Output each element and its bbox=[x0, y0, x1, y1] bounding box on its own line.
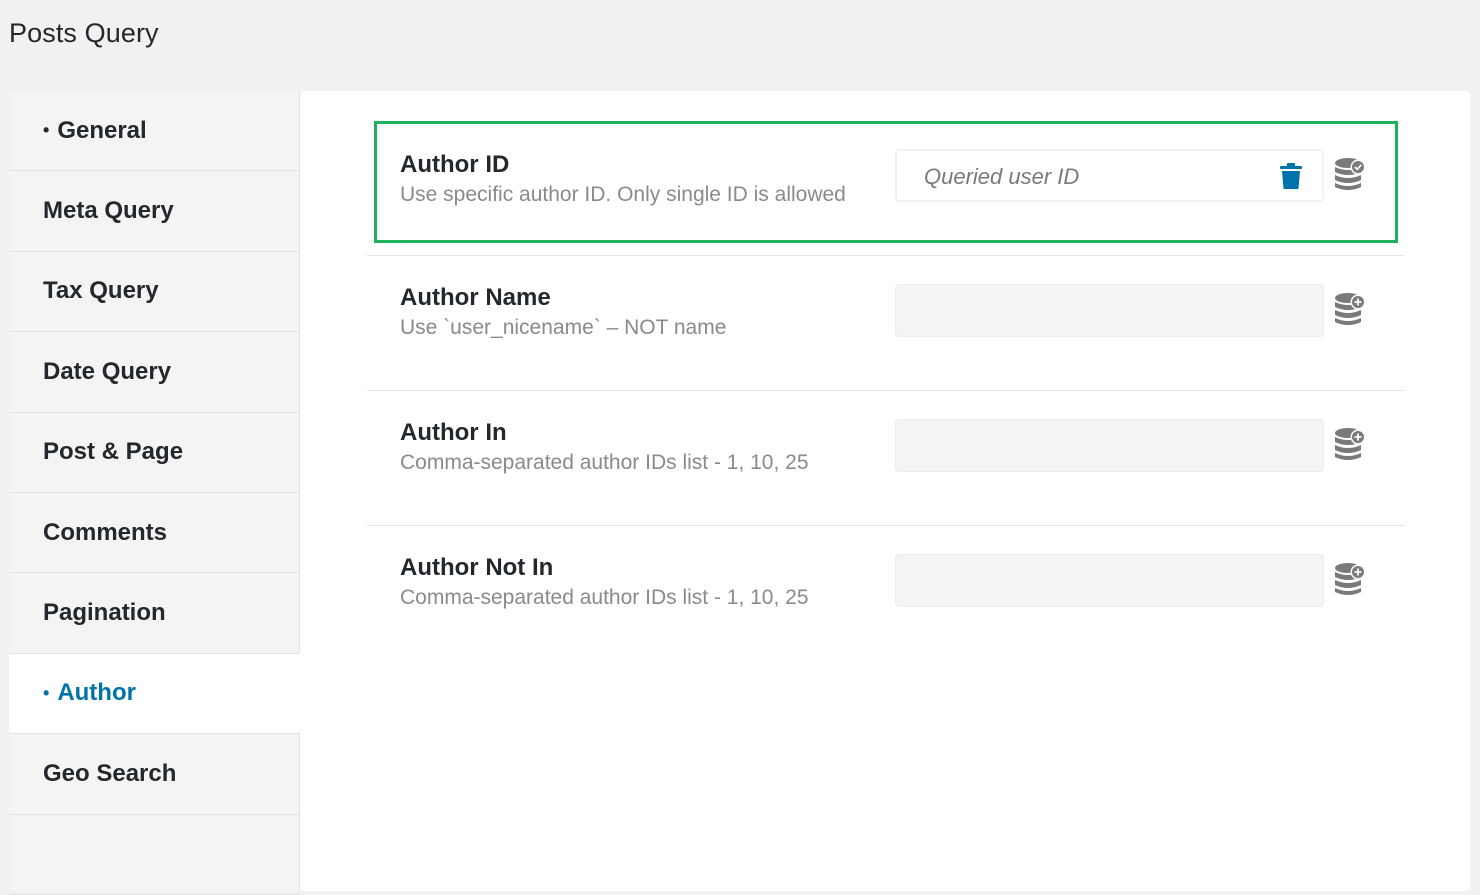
tab-label: General bbox=[57, 116, 147, 144]
tab-comments[interactable]: Comments bbox=[9, 493, 299, 574]
database-check-icon[interactable] bbox=[1334, 157, 1366, 193]
tab-date-query[interactable]: Date Query bbox=[9, 332, 299, 413]
field-label: Author Name bbox=[400, 284, 551, 311]
author-not-in-input[interactable] bbox=[895, 554, 1324, 607]
sidebar-filler bbox=[9, 815, 299, 895]
tab-label: Tax Query bbox=[43, 277, 159, 305]
tab-bullet: • bbox=[43, 120, 50, 141]
tab-label: Date Query bbox=[43, 357, 172, 385]
author-name-input[interactable] bbox=[895, 284, 1324, 337]
tab-label: Comments bbox=[43, 518, 168, 546]
tab-label: Pagination bbox=[43, 599, 166, 627]
trash-icon[interactable] bbox=[1280, 163, 1302, 190]
tab-general[interactable]: • General bbox=[9, 91, 299, 172]
author-in-input[interactable] bbox=[895, 419, 1324, 472]
tab-geo-search[interactable]: Geo Search bbox=[9, 734, 299, 815]
tab-pagination[interactable]: Pagination bbox=[9, 573, 299, 654]
database-plus-icon[interactable] bbox=[1334, 427, 1366, 463]
field-row-author-not-in: Author Not In Comma-separated author IDs… bbox=[367, 526, 1405, 661]
tab-tax-query[interactable]: Tax Query bbox=[9, 252, 299, 333]
field-description: Use `user_nicename` – NOT name bbox=[400, 316, 727, 339]
tab-label: Post & Page bbox=[43, 438, 184, 466]
field-description: Use specific author ID. Only single ID i… bbox=[400, 183, 846, 206]
input-value: Queried user ID bbox=[924, 164, 1080, 189]
author-id-input[interactable]: Queried user ID bbox=[895, 149, 1324, 202]
sidebar-tabs: • General Meta Query Tax Query Date Quer… bbox=[9, 91, 300, 895]
tab-label: Author bbox=[57, 679, 136, 707]
tab-post-page[interactable]: Post & Page bbox=[9, 413, 299, 493]
field-label: Author ID bbox=[400, 151, 510, 178]
field-label: Author In bbox=[400, 419, 507, 446]
tab-author[interactable]: • Author bbox=[9, 653, 300, 735]
tab-bullet: • bbox=[43, 682, 50, 703]
field-row-author-name: Author Name Use `user_nicename` – NOT na… bbox=[367, 256, 1405, 391]
field-label: Author Not In bbox=[400, 554, 554, 581]
tab-meta-query[interactable]: Meta Query bbox=[9, 171, 299, 252]
author-fields: Author ID Use specific author ID. Only s… bbox=[367, 121, 1405, 661]
tab-label: Meta Query bbox=[43, 197, 174, 225]
field-row-author-id: Author ID Use specific author ID. Only s… bbox=[367, 121, 1405, 256]
field-description: Comma-separated author IDs list - 1, 10,… bbox=[400, 451, 809, 474]
database-plus-icon[interactable] bbox=[1334, 562, 1366, 598]
field-description: Comma-separated author IDs list - 1, 10,… bbox=[400, 586, 809, 609]
highlight-frame: Author ID Use specific author ID. Only s… bbox=[374, 121, 1398, 243]
database-plus-icon[interactable] bbox=[1334, 292, 1366, 328]
tab-label: Geo Search bbox=[43, 759, 177, 787]
settings-panel: • General Meta Query Tax Query Date Quer… bbox=[9, 91, 1470, 895]
page-title: Posts Query bbox=[9, 18, 159, 48]
field-row-author-in: Author In Comma-separated author IDs lis… bbox=[367, 391, 1405, 526]
